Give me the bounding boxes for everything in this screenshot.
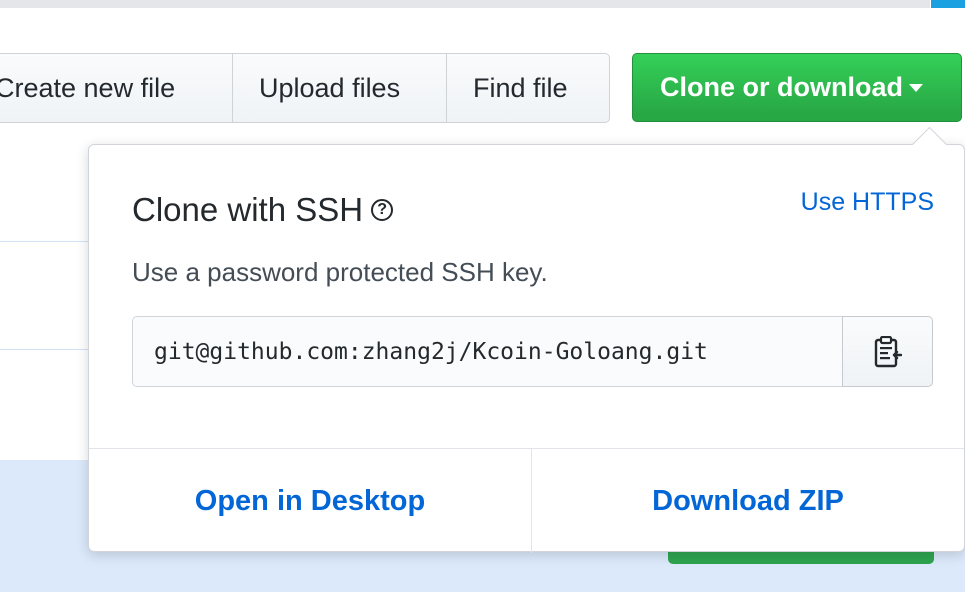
download-zip-button[interactable]: Download ZIP [532,449,964,553]
create-new-file-button[interactable]: Create new file [0,54,232,122]
top-accent-bar [931,0,965,8]
copy-to-clipboard-button[interactable] [842,316,933,387]
clipboard-icon [874,335,902,367]
clone-panel-actions: Open in Desktop Download ZIP [89,448,964,553]
clone-dropdown-panel: Clone with SSH? Use HTTPS Use a password… [88,144,965,553]
question-circle-icon[interactable]: ? [371,199,394,222]
use-https-link[interactable]: Use HTTPS [801,188,934,217]
clone-url-input[interactable] [132,316,842,387]
file-actions-group: Create new file Upload files Find file [0,53,610,123]
caret-down-icon [909,83,923,92]
find-file-button[interactable]: Find file [446,54,609,122]
clone-panel-title: Clone with SSH? [132,191,394,229]
ssh-description: Use a password protected SSH key. [132,257,548,287]
top-divider [0,0,930,8]
clone-url-row [132,316,933,387]
open-in-desktop-button[interactable]: Open in Desktop [89,449,532,553]
clone-panel-title-text: Clone with SSH [132,191,364,228]
clone-or-download-label: Clone or download [660,72,903,102]
upload-files-button[interactable]: Upload files [232,54,446,122]
clone-or-download-button[interactable]: Clone or download [632,53,962,122]
